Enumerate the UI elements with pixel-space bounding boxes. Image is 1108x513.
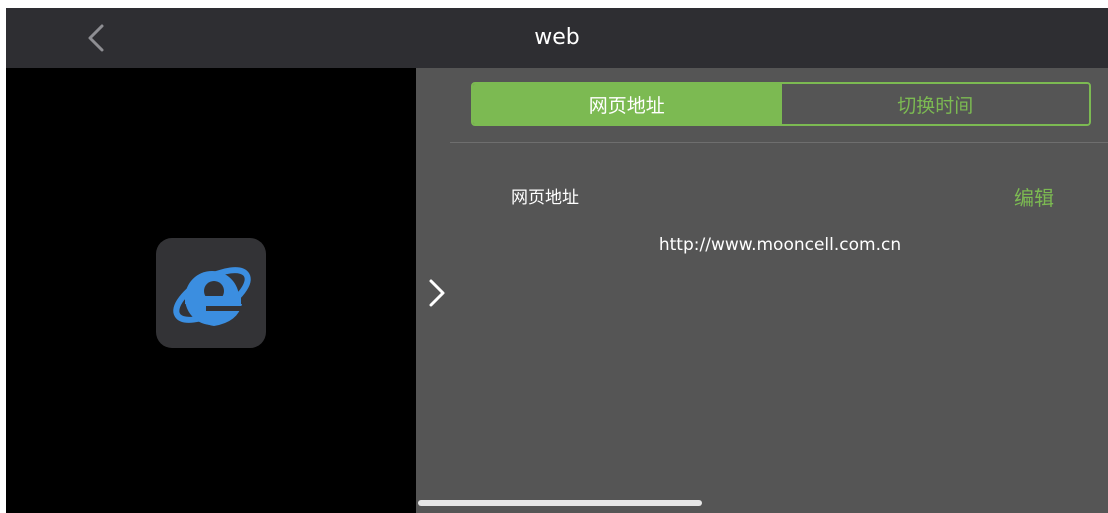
home-indicator <box>418 500 702 506</box>
nav-bar: web <box>6 8 1108 68</box>
preview-pane <box>6 68 416 513</box>
expand-button[interactable] <box>422 273 452 313</box>
chevron-left-icon <box>88 24 104 52</box>
back-button[interactable] <box>76 18 116 58</box>
divider <box>450 142 1108 143</box>
internet-explorer-icon <box>156 238 266 348</box>
tab-switch-time[interactable]: 切换时间 <box>780 84 1089 124</box>
chevron-right-icon <box>429 279 445 307</box>
settings-panel: 网页地址 切换时间 网页地址 编辑 http://www.mooncell.co… <box>416 68 1108 513</box>
tab-web-address[interactable]: 网页地址 <box>473 84 781 124</box>
field-label: 网页地址 <box>511 188 579 208</box>
app-window: web 网页地址 切换时间 网页地址 编辑 http://www.mooncel… <box>6 8 1108 513</box>
segmented-control: 网页地址 切换时间 <box>471 82 1091 126</box>
page-title: web <box>534 25 580 50</box>
edit-button[interactable]: 编辑 <box>1014 182 1054 211</box>
url-value: http://www.mooncell.com.cn <box>658 235 902 255</box>
